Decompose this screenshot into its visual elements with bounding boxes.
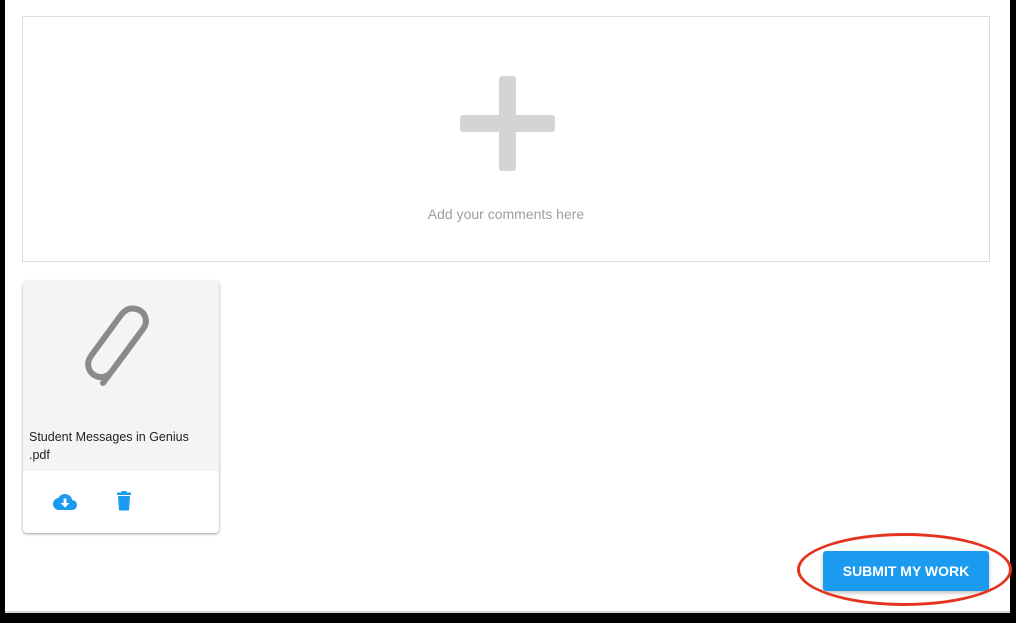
- comment-area[interactable]: Add your comments here: [22, 16, 990, 262]
- plus-icon[interactable]: [460, 76, 555, 171]
- attachment-preview: Student Messages in Genius .pdf: [23, 281, 219, 471]
- submit-my-work-button[interactable]: SUBMIT MY WORK: [823, 551, 989, 591]
- comment-placeholder: Add your comments here: [427, 206, 585, 222]
- delete-icon[interactable]: [117, 491, 131, 511]
- assignment-panel: Add your comments here Student Messages …: [5, 0, 1010, 613]
- attachment-file-name: Student Messages in Genius .pdf: [29, 430, 189, 462]
- download-icon[interactable]: [53, 493, 77, 511]
- paperclip-icon: [85, 305, 149, 386]
- attachment-card: Student Messages in Genius .pdf: [23, 281, 219, 533]
